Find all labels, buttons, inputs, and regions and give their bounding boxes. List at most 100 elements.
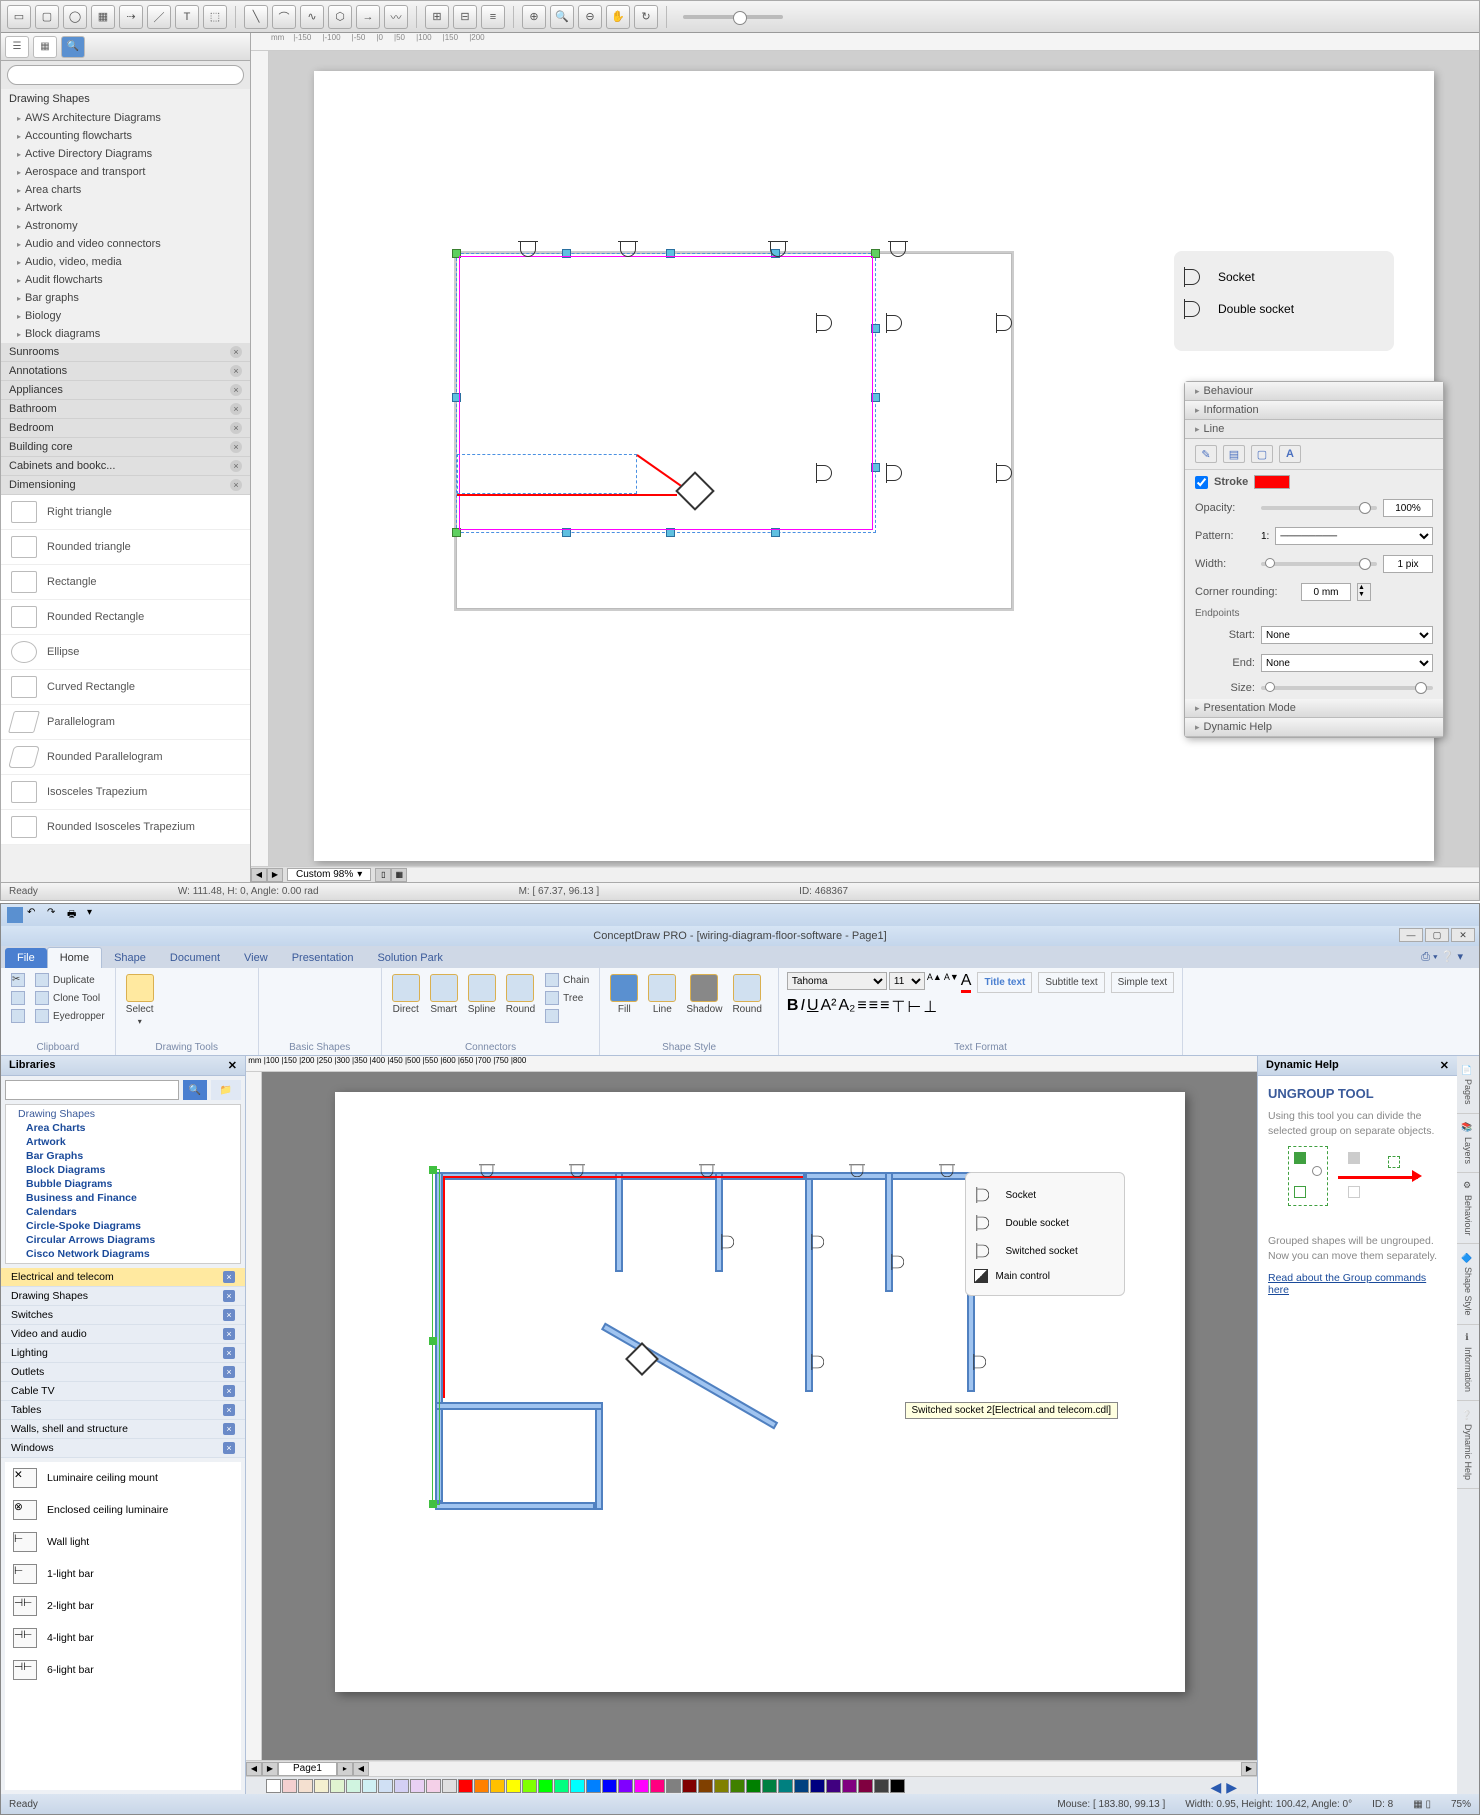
- opacity-slider[interactable]: [1261, 506, 1377, 510]
- simple-text-button[interactable]: Simple text: [1111, 972, 1174, 993]
- panel-section-behaviour[interactable]: Behaviour: [1185, 382, 1443, 401]
- fontsize-select[interactable]: 11: [889, 972, 925, 990]
- category-item[interactable]: Audio and video connectors: [1, 235, 250, 253]
- tree-item[interactable]: Business and Finance: [10, 1191, 236, 1205]
- tree-item[interactable]: Calendars: [10, 1205, 236, 1219]
- color-swatch[interactable]: [490, 1779, 505, 1793]
- zoom-value[interactable]: 75%: [1451, 1799, 1471, 1810]
- view-mode-icon[interactable]: ▦ ▯: [1413, 1799, 1431, 1810]
- floorplan[interactable]: [454, 251, 1014, 611]
- chain-button[interactable]: Chain: [543, 972, 591, 988]
- align-middle-icon[interactable]: ⊢: [907, 997, 921, 1017]
- align-top-icon[interactable]: ⊤: [891, 997, 905, 1017]
- socket-icon[interactable]: [816, 463, 840, 483]
- library-shape[interactable]: ⊢Wall light: [5, 1526, 241, 1558]
- socket-icon[interactable]: [811, 1234, 830, 1250]
- close-icon[interactable]: ×: [230, 479, 242, 491]
- tree-item[interactable]: Cisco Network Diagrams: [10, 1247, 236, 1261]
- round-style-button[interactable]: Round: [730, 972, 763, 1017]
- tool-align[interactable]: ≡: [481, 5, 505, 29]
- color-swatch[interactable]: [298, 1779, 313, 1793]
- conn-more-button[interactable]: [543, 1008, 591, 1024]
- font-color-icon[interactable]: A: [961, 972, 972, 993]
- color-swatch[interactable]: [586, 1779, 601, 1793]
- shape-item[interactable]: Rounded triangle: [1, 530, 250, 565]
- start-select[interactable]: None: [1261, 626, 1433, 644]
- shape-item[interactable]: Right triangle: [1, 495, 250, 530]
- color-swatch[interactable]: [890, 1779, 905, 1793]
- library-category[interactable]: Tables×: [1, 1401, 245, 1420]
- tool-zoom-fit[interactable]: ⊕: [522, 5, 546, 29]
- view-single[interactable]: ▯: [375, 868, 391, 882]
- maximize-button[interactable]: ▢: [1425, 928, 1449, 942]
- panel-close-icon[interactable]: ✕: [228, 1059, 237, 1072]
- library-shape[interactable]: ⊣⊢2-light bar: [5, 1590, 241, 1622]
- tab-add[interactable]: ▸: [337, 1762, 353, 1776]
- color-swatch[interactable]: [618, 1779, 633, 1793]
- page-prev[interactable]: ◀: [251, 868, 267, 882]
- tab-file[interactable]: File: [5, 948, 47, 968]
- qat-redo-icon[interactable]: ↷: [47, 907, 63, 923]
- floorplan[interactable]: [435, 1172, 975, 1542]
- library-shape[interactable]: ⊗Enclosed ceiling luminaire: [5, 1494, 241, 1526]
- sidetab-behaviour[interactable]: ⚙Behaviour: [1457, 1173, 1479, 1245]
- socket-icon[interactable]: [996, 313, 1020, 333]
- align-left-icon[interactable]: ≡: [857, 997, 866, 1017]
- align-right-icon[interactable]: ≡: [880, 997, 889, 1017]
- color-swatch[interactable]: [682, 1779, 697, 1793]
- tool-ellipse[interactable]: ◯: [63, 5, 87, 29]
- tab-fill-icon[interactable]: ▤: [1223, 445, 1245, 463]
- panel-section-information[interactable]: Information: [1185, 401, 1443, 420]
- close-icon[interactable]: ×: [223, 1366, 235, 1378]
- shape-item[interactable]: Isosceles Trapezium: [1, 775, 250, 810]
- subcategory[interactable]: Bedroom×: [1, 419, 250, 438]
- color-swatch[interactable]: [826, 1779, 841, 1793]
- page-tab[interactable]: Page1: [278, 1762, 337, 1776]
- socket-icon[interactable]: [886, 463, 910, 483]
- view-search-icon[interactable]: 🔍: [61, 36, 85, 58]
- tab-presentation[interactable]: Presentation: [280, 948, 366, 968]
- color-swatch[interactable]: [746, 1779, 761, 1793]
- tree-item[interactable]: Circle-Spoke Diagrams: [10, 1219, 236, 1233]
- tool-line[interactable]: ／: [147, 5, 171, 29]
- close-icon[interactable]: ×: [223, 1423, 235, 1435]
- subcategory[interactable]: Appliances×: [1, 381, 250, 400]
- fill-button[interactable]: Fill: [608, 972, 640, 1017]
- opacity-value[interactable]: [1383, 499, 1433, 517]
- shape-item[interactable]: Parallelogram: [1, 705, 250, 740]
- color-swatch[interactable]: [538, 1779, 553, 1793]
- library-category[interactable]: Walls, shell and structure×: [1, 1420, 245, 1439]
- tab-shape[interactable]: Shape: [102, 948, 158, 968]
- shape-item[interactable]: Rounded Parallelogram: [1, 740, 250, 775]
- view-multi[interactable]: ▦: [391, 868, 407, 882]
- tool-group[interactable]: ⊞: [425, 5, 449, 29]
- ribbon-help-icon[interactable]: ⎙ ▾ ❔ ▾: [1409, 946, 1475, 968]
- library-category[interactable]: Electrical and telecom×: [1, 1268, 245, 1287]
- tool-refresh[interactable]: ↻: [634, 5, 658, 29]
- qat-save-icon[interactable]: [7, 907, 23, 923]
- color-swatch[interactable]: [346, 1779, 361, 1793]
- color-swatch[interactable]: [394, 1779, 409, 1793]
- qat-more-icon[interactable]: ▾: [87, 907, 103, 923]
- selection-rect[interactable]: [432, 1169, 440, 1505]
- tool-hand[interactable]: ✋: [606, 5, 630, 29]
- tool-arc[interactable]: ⌒: [272, 5, 296, 29]
- qat-undo-icon[interactable]: ↶: [27, 907, 43, 923]
- category-item[interactable]: Aerospace and transport: [1, 163, 250, 181]
- tool-ungroup[interactable]: ⊟: [453, 5, 477, 29]
- color-swatch[interactable]: [266, 1779, 281, 1793]
- scrollbar-h[interactable]: ◀ ▶ Custom 98% ▾ ▯ ▦: [251, 866, 1479, 882]
- color-swatch[interactable]: [794, 1779, 809, 1793]
- shape-item[interactable]: Rounded Isosceles Trapezium: [1, 810, 250, 845]
- nav-next-icon[interactable]: ▶: [1226, 1779, 1237, 1792]
- subcategory[interactable]: Cabinets and bookc...×: [1, 457, 250, 476]
- panel-section-help[interactable]: Dynamic Help: [1185, 718, 1443, 737]
- socket-icon[interactable]: [888, 241, 908, 265]
- socket-icon[interactable]: [699, 1164, 715, 1183]
- direct-button[interactable]: Direct: [390, 972, 422, 1017]
- scroll-right[interactable]: ▶: [1241, 1762, 1257, 1776]
- selection-rect[interactable]: [456, 253, 876, 533]
- close-icon[interactable]: ×: [230, 403, 242, 415]
- tool-text[interactable]: T: [175, 5, 199, 29]
- zoom-slider[interactable]: [683, 15, 783, 19]
